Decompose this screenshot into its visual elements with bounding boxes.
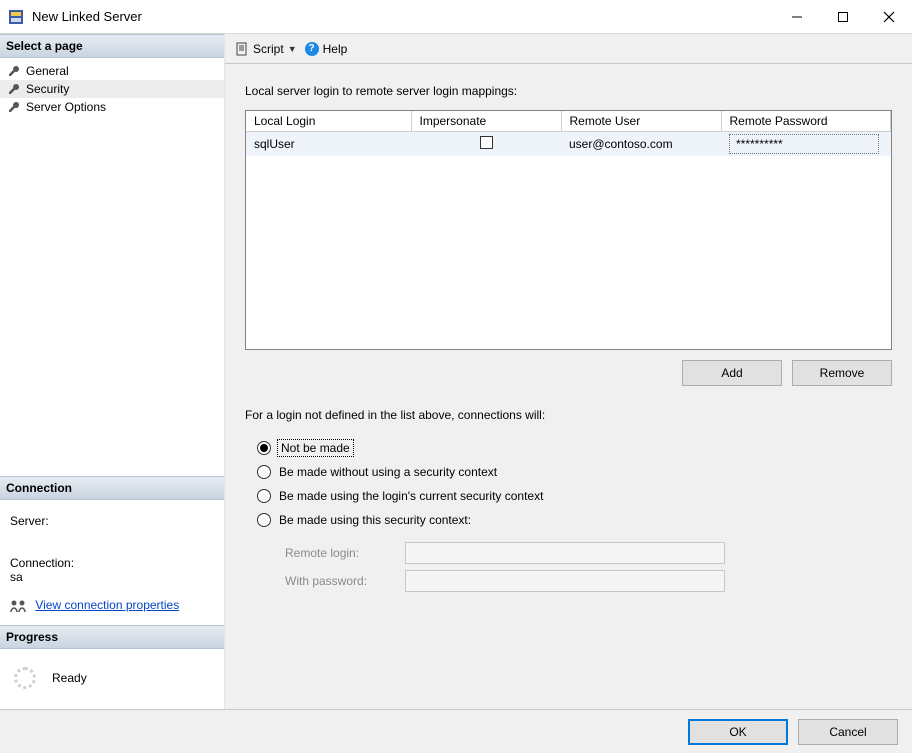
page-label: Security <box>26 82 69 96</box>
page-label: Server Options <box>26 100 106 114</box>
progress-header: Progress <box>0 625 224 649</box>
page-item-server-options[interactable]: Server Options <box>0 98 224 116</box>
connection-icon <box>10 599 26 613</box>
page-list: General Security Server Options <box>0 58 224 120</box>
with-password-input[interactable] <box>405 570 725 592</box>
grid-row[interactable]: sqlUser user@contoso.com ********** <box>246 132 891 157</box>
mappings-label: Local server login to remote server logi… <box>245 84 892 98</box>
window-title: New Linked Server <box>32 9 142 24</box>
col-remote-user[interactable]: Remote User <box>561 111 721 132</box>
cell-remote-user[interactable]: user@contoso.com <box>561 132 721 157</box>
radio-icon <box>257 513 271 527</box>
connection-label: Connection: <box>10 556 214 570</box>
progress-spinner-icon <box>14 667 36 689</box>
title-bar: New Linked Server <box>0 0 912 34</box>
page-item-general[interactable]: General <box>0 62 224 80</box>
remove-button[interactable]: Remove <box>792 360 892 386</box>
maximize-button[interactable] <box>820 0 866 34</box>
chevron-down-icon: ▼ <box>288 44 297 54</box>
toolbar: Script ▼ ? Help <box>225 34 912 64</box>
minimize-button[interactable] <box>774 0 820 34</box>
cell-impersonate[interactable] <box>411 132 561 157</box>
dialog-footer: OK Cancel <box>0 709 912 753</box>
connection-mode-radio-group: Not be made Be made without using a secu… <box>245 436 892 532</box>
close-button[interactable] <box>866 0 912 34</box>
login-mappings-grid[interactable]: Local Login Impersonate Remote User Remo… <box>245 110 892 350</box>
wrench-icon <box>8 65 20 77</box>
cancel-button[interactable]: Cancel <box>798 719 898 745</box>
remote-login-label: Remote login: <box>285 546 395 560</box>
radio-not-be-made[interactable]: Not be made <box>245 436 892 460</box>
view-connection-properties-link[interactable]: View connection properties <box>35 598 179 612</box>
radio-label: Be made using this security context: <box>279 513 471 527</box>
cell-remote-password[interactable]: ********** <box>721 132 891 157</box>
remote-password-field[interactable]: ********** <box>729 134 879 154</box>
connection-body: Server: Connection: sa View connection p… <box>0 500 224 625</box>
select-page-header: Select a page <box>0 34 224 58</box>
left-pane: Select a page General Security Server Op… <box>0 34 225 709</box>
wrench-icon <box>8 101 20 113</box>
cell-local-login[interactable]: sqlUser <box>246 132 411 157</box>
radio-label: Not be made <box>279 441 352 455</box>
progress-status: Ready <box>52 671 87 685</box>
radio-label: Be made without using a security context <box>279 465 497 479</box>
radio-icon <box>257 441 271 455</box>
connection-value: sa <box>10 570 214 584</box>
app-icon <box>8 9 24 25</box>
col-local-login[interactable]: Local Login <box>246 111 411 132</box>
wrench-icon <box>8 83 20 95</box>
radio-icon <box>257 465 271 479</box>
undefined-login-label: For a login not defined in the list abov… <box>245 408 892 422</box>
connection-header: Connection <box>0 476 224 500</box>
server-value <box>10 528 214 542</box>
server-label: Server: <box>10 514 214 528</box>
radio-current-security-context[interactable]: Be made using the login's current securi… <box>245 484 892 508</box>
script-icon <box>235 42 249 56</box>
page-item-security[interactable]: Security <box>0 80 224 98</box>
add-button[interactable]: Add <box>682 360 782 386</box>
content-area: Local server login to remote server logi… <box>225 64 912 709</box>
progress-body: Ready <box>0 649 224 709</box>
radio-icon <box>257 489 271 503</box>
help-button[interactable]: ? Help <box>305 42 348 56</box>
security-context-fields: Remote login: With password: <box>245 542 892 592</box>
page-label: General <box>26 64 69 78</box>
help-label: Help <box>323 42 348 56</box>
right-pane: Script ▼ ? Help Local server login to re… <box>225 34 912 709</box>
script-label: Script <box>253 42 284 56</box>
ok-button[interactable]: OK <box>688 719 788 745</box>
with-password-label: With password: <box>285 574 395 588</box>
radio-no-security-context[interactable]: Be made without using a security context <box>245 460 892 484</box>
impersonate-checkbox[interactable] <box>480 136 493 149</box>
remote-login-input[interactable] <box>405 542 725 564</box>
script-dropdown[interactable]: Script ▼ <box>235 42 297 56</box>
radio-label: Be made using the login's current securi… <box>279 489 543 503</box>
col-impersonate[interactable]: Impersonate <box>411 111 561 132</box>
radio-this-security-context[interactable]: Be made using this security context: <box>245 508 892 532</box>
help-icon: ? <box>305 42 319 56</box>
grid-header-row: Local Login Impersonate Remote User Remo… <box>246 111 891 132</box>
col-remote-password[interactable]: Remote Password <box>721 111 891 132</box>
